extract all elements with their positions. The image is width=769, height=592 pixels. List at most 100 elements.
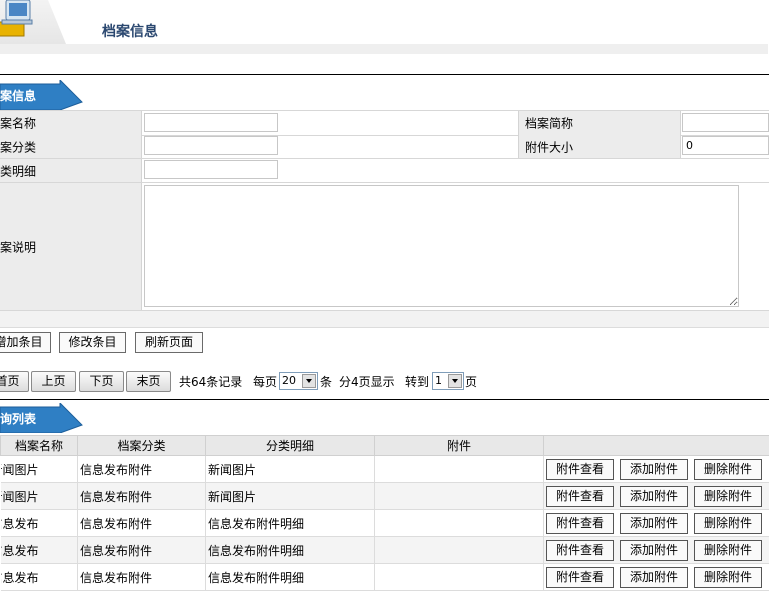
goto-suffix: 页 (465, 375, 478, 389)
description-label: 档案说明 (0, 240, 37, 254)
add-attachment-button[interactable]: 添加附件 (620, 539, 688, 561)
category-detail-label: 分类明细 (0, 164, 37, 178)
name-cell: 信息发布 (0, 509, 78, 537)
attachment-cell (374, 455, 544, 483)
category-label: 档案分类 (0, 140, 37, 154)
category-detail-label-cell: 分类明细 (0, 159, 142, 182)
attachment-size-label-cell: 附件大小 (518, 135, 681, 158)
name-label-cell: 档案名称 (0, 111, 142, 135)
header-underline (0, 44, 768, 54)
form-row-description: 档案说明 (0, 183, 769, 311)
form-section-tab: 档案信息 (0, 80, 84, 110)
page-count-text: 分4页显示 (339, 375, 395, 389)
detail-cell: 新闻图片 (205, 455, 375, 483)
per-page-select[interactable]: 20 (279, 372, 318, 390)
row-actions-cell: 附件查看 添加附件 删除附件 (543, 509, 769, 537)
total-records-text: 共64条记录 (179, 375, 243, 389)
goto-page-value: 1 (435, 374, 442, 387)
column-header: 附件 (374, 435, 544, 456)
attachment-cell (374, 482, 544, 510)
add-attachment-button[interactable]: 添加附件 (620, 485, 688, 507)
attachment-cell (374, 536, 544, 564)
form-footer-bar (0, 311, 769, 328)
row-actions-cell: 附件查看 添加附件 删除附件 (543, 563, 769, 591)
delete-attachment-button[interactable]: 删除附件 (694, 512, 762, 534)
page-header: 档案信息 (0, 0, 768, 54)
view-attachment-button[interactable]: 附件查看 (546, 485, 614, 507)
form-section-title: 档案信息 (0, 89, 37, 103)
row-actions-cell: 附件查看 添加附件 删除附件 (543, 455, 769, 483)
goto-page-select[interactable]: 1 (432, 372, 464, 390)
category-input[interactable] (144, 136, 278, 155)
table-row: 信息发布信息发布附件信息发布附件明细 附件查看添加附件删除附件 (0, 536, 769, 564)
name-cell: 信息发布 (0, 563, 78, 591)
chevron-down-icon (448, 374, 462, 388)
table-row: 信息发布信息发布附件信息发布附件明细 附件查看添加附件删除附件 (0, 563, 769, 591)
column-header (543, 435, 769, 456)
list-section-title: 查询列表 (0, 412, 37, 426)
category-cell: 信息发布附件 (77, 482, 206, 510)
row-actions-cell: 附件查看 添加附件 删除附件 (543, 482, 769, 510)
table-body: 新闻图片信息发布附件新闻图片附件查看添加附件删除附件新闻图片信息发布附件新闻图片… (0, 455, 769, 591)
short-name-label-cell: 档案简称 (518, 111, 681, 135)
form-row-name: 档案名称 档案简称 (0, 110, 769, 136)
name-input[interactable] (144, 113, 278, 132)
detail-cell: 新闻图片 (205, 482, 375, 510)
description-label-cell: 档案说明 (0, 183, 142, 310)
name-cell: 新闻图片 (0, 455, 78, 483)
table-header-row: 档案名称 档案分类 分类明细 附件 (0, 435, 769, 456)
prev-page-button[interactable]: 上页 (31, 371, 76, 392)
attachment-cell (374, 563, 544, 591)
row-actions-cell: 附件查看 添加附件 删除附件 (543, 536, 769, 564)
goto-prefix: 转到 (405, 375, 430, 389)
modify-entry-button[interactable]: 修改条目 (59, 332, 126, 353)
attachment-size-input[interactable] (682, 136, 769, 155)
category-label-cell: 档案分类 (0, 135, 142, 158)
refresh-page-button[interactable]: 刷新页面 (135, 332, 203, 353)
attachment-cell (374, 509, 544, 537)
next-page-button[interactable]: 下页 (79, 371, 124, 392)
page-title: 档案信息 (102, 24, 158, 40)
last-page-button[interactable]: 末页 (126, 371, 171, 392)
add-attachment-button[interactable]: 添加附件 (620, 512, 688, 534)
records-table: 档案名称 档案分类 分类明细 附件 新闻图片信息发布附件新闻图片附件查看添加附件… (0, 435, 769, 591)
category-cell: 信息发布附件 (77, 455, 206, 483)
category-cell: 信息发布附件 (77, 536, 206, 564)
section-divider (0, 74, 769, 75)
chevron-down-icon (302, 374, 316, 388)
delete-attachment-button[interactable]: 删除附件 (694, 485, 762, 507)
computer-folder-icon (0, 0, 33, 37)
column-header: 分类明细 (205, 435, 375, 456)
category-cell: 信息发布附件 (77, 563, 206, 591)
per-page-value: 20 (282, 374, 296, 387)
detail-cell: 信息发布附件明细 (205, 536, 375, 564)
per-page-suffix: 条 (320, 375, 333, 389)
category-detail-input[interactable] (144, 160, 278, 179)
add-entry-button[interactable]: 增加条目 (0, 332, 51, 353)
attachment-size-label: 附件大小 (525, 140, 574, 154)
table-row: 信息发布信息发布附件信息发布附件明细 附件查看添加附件删除附件 (0, 509, 769, 537)
name-label: 档案名称 (0, 116, 37, 131)
form-row-category: 档案分类 附件大小 (0, 135, 769, 159)
column-header: 档案名称 (0, 435, 78, 456)
short-name-label: 档案简称 (525, 116, 574, 131)
table-row: 新闻图片信息发布附件新闻图片 附件查看添加附件删除附件 (0, 455, 769, 483)
per-page-prefix: 每页 (253, 375, 278, 389)
add-attachment-button[interactable]: 添加附件 (620, 458, 688, 480)
delete-attachment-button[interactable]: 删除附件 (694, 539, 762, 561)
description-textarea[interactable] (144, 185, 739, 307)
name-cell: 新闻图片 (0, 482, 78, 510)
detail-cell: 信息发布附件明细 (205, 563, 375, 591)
view-attachment-button[interactable]: 附件查看 (546, 458, 614, 480)
form-row-category-detail: 分类明细 (0, 159, 769, 183)
delete-attachment-button[interactable]: 删除附件 (694, 458, 762, 480)
view-attachment-button[interactable]: 附件查看 (546, 512, 614, 534)
first-page-button[interactable]: 首页 (0, 371, 29, 392)
short-name-input[interactable] (682, 113, 769, 132)
add-attachment-button[interactable]: 添加附件 (620, 566, 688, 588)
list-section-tab: 查询列表 (0, 403, 84, 433)
view-attachment-button[interactable]: 附件查看 (546, 539, 614, 561)
view-attachment-button[interactable]: 附件查看 (546, 566, 614, 588)
delete-attachment-button[interactable]: 删除附件 (694, 566, 762, 588)
section-divider (0, 399, 769, 400)
